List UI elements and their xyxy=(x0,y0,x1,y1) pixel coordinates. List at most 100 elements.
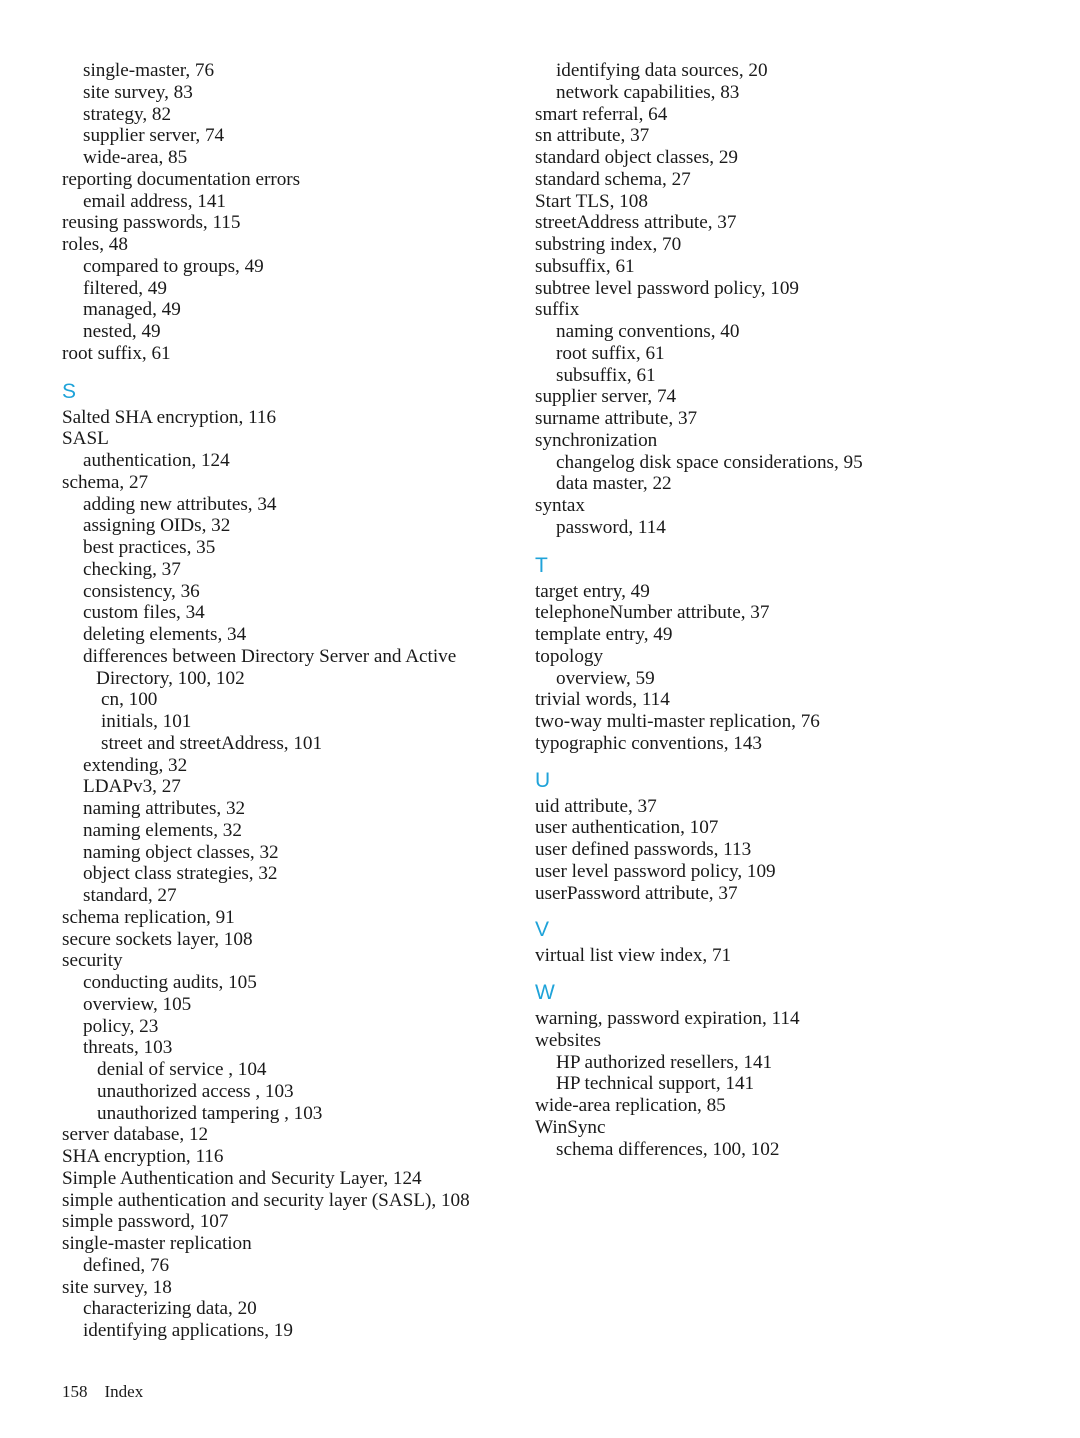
index-entry: subtree level password policy, 109 xyxy=(535,277,799,299)
index-subentry: single-master, 76 xyxy=(83,60,215,81)
index-entry: wide-area replication, 85 xyxy=(535,1095,726,1116)
index-entry: telephoneNumber attribute, 37 xyxy=(535,602,770,624)
index-entry: Simple Authentication and Security Layer… xyxy=(62,1167,422,1189)
section-letter-s: S xyxy=(62,379,77,403)
index-subentry: extending, 32 xyxy=(83,754,188,776)
index-entry: websites xyxy=(535,1029,601,1051)
index-subentry: compared to groups, 49 xyxy=(83,255,264,277)
index-subentry: schema differences, 100, 102 xyxy=(556,1138,780,1160)
page-footer: 158 Index xyxy=(62,1382,144,1401)
index-entry: Start TLS, 108 xyxy=(535,190,648,212)
index-subentry: deleting elements, 34 xyxy=(83,624,247,645)
index-entry: userPassword attribute, 37 xyxy=(535,882,738,904)
index-subentry: changelog disk space considerations, 95 xyxy=(556,451,863,473)
index-entry: reusing passwords, 115 xyxy=(62,212,241,234)
index-subentry: standard, 27 xyxy=(83,885,177,906)
index-subentry: password, 114 xyxy=(556,516,666,538)
index-entry: suffix xyxy=(535,299,580,321)
section-letter-t: T xyxy=(535,553,549,577)
index-subentry: root suffix, 61 xyxy=(556,342,665,364)
index-entry: reporting documentation errors xyxy=(62,168,301,190)
index-subentry: assigning OIDs, 32 xyxy=(83,515,231,537)
index-subentry: best practices, 35 xyxy=(83,537,216,558)
index-page: single-master, 76 site survey, 83 strategy… xyxy=(0,0,1080,1438)
index-subentry: identifying applications, 19 xyxy=(83,1320,293,1341)
index-entry: site survey, 18 xyxy=(62,1276,172,1298)
index-subentry: data master, 22 xyxy=(556,473,672,495)
index-subentry: overview, 105 xyxy=(83,993,192,1015)
index-entry: user defined passwords, 113 xyxy=(535,839,752,860)
index-entry: virtual list view index, 71 xyxy=(535,945,732,967)
index-entry: WinSync xyxy=(535,1116,606,1138)
index-entry: Salted SHA encryption, 116 xyxy=(62,406,277,428)
index-entry: warning, password expiration, 114 xyxy=(535,1008,800,1029)
index-subentry: street and streetAddress, 101 xyxy=(101,732,323,754)
index-subentry: naming conventions, 40 xyxy=(556,321,740,342)
index-subentry: email address, 141 xyxy=(83,190,226,212)
index-subentry: initials, 101 xyxy=(101,711,192,732)
index-subentry: consistency, 36 xyxy=(83,580,200,602)
index-subentry: wide-area, 85 xyxy=(83,147,188,168)
index-subentry: identifying data sources, 20 xyxy=(556,60,768,81)
index-subentry: cn, 100 xyxy=(101,689,158,711)
index-entry: topology xyxy=(535,645,604,667)
index-subentry: supplier server, 74 xyxy=(83,125,225,147)
index-entry: smart referral, 64 xyxy=(535,103,668,125)
index-subentry: adding new attributes, 34 xyxy=(83,493,277,515)
index-entry: user level password policy, 109 xyxy=(535,860,776,882)
index-entry: supplier server, 74 xyxy=(535,386,677,408)
index-entry: standard schema, 27 xyxy=(535,168,691,190)
index-subentry: managed, 49 xyxy=(83,299,181,321)
index-subentry: LDAPv3, 27 xyxy=(83,776,181,798)
index-entry: user authentication, 107 xyxy=(535,817,719,839)
index-entry: security xyxy=(62,950,123,972)
index-entry: substring index, 70 xyxy=(535,234,682,255)
section-letter-w: W xyxy=(535,981,556,1004)
index-subentry: site survey, 83 xyxy=(83,81,193,103)
index-entry: subsuffix, 61 xyxy=(535,255,635,277)
index-subentry: defined, 76 xyxy=(83,1254,170,1276)
index-entry: target entry, 49 xyxy=(535,580,650,602)
index-entry: root suffix, 61 xyxy=(62,342,171,364)
index-entry: synchronization xyxy=(535,429,658,451)
section-letter-u: U xyxy=(535,768,551,792)
index-subentry: custom files, 34 xyxy=(83,602,205,624)
index-entry: standard object classes, 29 xyxy=(535,147,738,168)
index-entry: simple password, 107 xyxy=(62,1211,229,1233)
index-subentry: differences between Directory Server and… xyxy=(83,645,462,689)
index-subentry: policy, 23 xyxy=(83,1015,159,1037)
index-subentry: strategy, 82 xyxy=(83,103,172,125)
index-entry: trivial words, 114 xyxy=(535,689,670,711)
index-entry: surname attribute, 37 xyxy=(535,408,698,429)
index-column-left: single-master, 76 site survey, 83 strategy… xyxy=(62,60,525,1342)
index-subentry: characterizing data, 20 xyxy=(83,1298,257,1320)
index-entry: sn attribute, 37 xyxy=(535,125,650,147)
index-subentry: threats, 103 xyxy=(83,1037,173,1059)
index-entry: two-way multi-master replication, 76 xyxy=(535,711,820,732)
index-subentry: network capabilities, 83 xyxy=(556,81,740,103)
index-subentry: naming object classes, 32 xyxy=(83,841,279,863)
index-subentry: checking, 37 xyxy=(83,558,181,580)
index-subentry: filtered, 49 xyxy=(83,277,167,299)
section-letter-v: V xyxy=(535,918,550,942)
index-entry: syntax xyxy=(535,495,585,516)
index-column-right: identifying data sources, 20 network capa… xyxy=(535,60,998,1160)
index-subentry: HP technical support, 141 xyxy=(556,1073,755,1095)
index-subentry: naming attributes, 32 xyxy=(83,798,246,819)
index-entry: SHA encryption, 116 xyxy=(62,1146,224,1167)
index-entry: schema, 27 xyxy=(62,471,149,493)
index-entry: uid attribute, 37 xyxy=(535,795,657,817)
index-subentry: unauthorized access , 103 xyxy=(97,1080,294,1102)
index-entry: secure sockets layer, 108 xyxy=(62,928,253,950)
index-subentry: object class strategies, 32 xyxy=(83,863,278,885)
index-entry: template entry, 49 xyxy=(535,624,673,645)
index-entry: roles, 48 xyxy=(62,234,128,255)
index-columns: single-master, 76 site survey, 83 strategy… xyxy=(62,60,1018,1342)
index-subentry: conducting audits, 105 xyxy=(83,972,257,993)
index-entry: streetAddress attribute, 37 xyxy=(535,212,737,234)
index-entry: schema replication, 91 xyxy=(62,906,235,928)
index-subentry: subsuffix, 61 xyxy=(556,364,656,386)
index-subentry: denial of service , 104 xyxy=(97,1059,267,1080)
index-subentry: overview, 59 xyxy=(556,667,655,689)
index-subentry: HP authorized resellers, 141 xyxy=(556,1051,773,1073)
